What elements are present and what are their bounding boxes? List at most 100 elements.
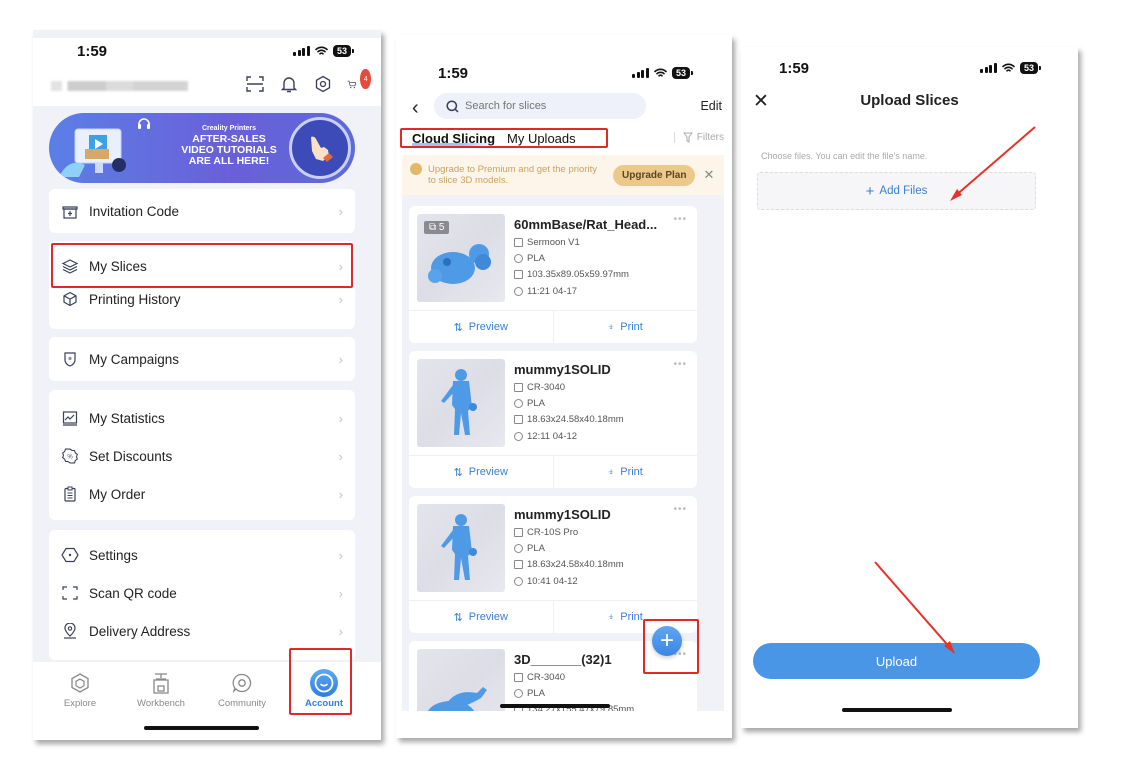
clock-icon: [514, 432, 523, 441]
discount-icon: %: [61, 447, 79, 465]
menu-item-my-order[interactable]: My Order ›: [49, 475, 355, 513]
slice-dimensions: 18.63x24.58x40.18mm: [514, 414, 624, 425]
printer-icon: ⍖: [607, 465, 615, 478]
settings-hexagon-icon: [61, 546, 79, 564]
video-tutorials-banner[interactable]: Creality Printers AFTER-SALES VIDEO TUTO…: [49, 113, 355, 183]
status-bar: 1:59 53: [396, 60, 732, 86]
upload-hint-text: Choose files. You can edit the file's na…: [761, 151, 928, 161]
menu-item-set-discounts[interactable]: % Set Discounts ›: [49, 437, 355, 475]
bell-icon[interactable]: [279, 74, 299, 94]
add-files-button[interactable]: + Add Files: [757, 172, 1036, 210]
svg-text:%: %: [67, 455, 73, 461]
cart-icon[interactable]: 4: [347, 69, 371, 94]
more-options-icon[interactable]: •••: [673, 214, 687, 225]
scan-icon: [61, 584, 79, 602]
explore-icon: [45, 670, 115, 696]
slice-dimensions: 18.63x24.58x40.18mm: [514, 559, 624, 570]
menu-item-delivery-address[interactable]: Delivery Address ›: [49, 612, 355, 650]
menu-item-my-statistics[interactable]: My Statistics ›: [49, 399, 355, 437]
printer-icon: [514, 528, 523, 537]
slice-card[interactable]: mummy1SOLID ••• CR-3040 PLA 18.63x24.58x…: [409, 351, 697, 488]
filter-icon: [682, 132, 693, 143]
slice-card[interactable]: mummy1SOLID ••• CR-10S Pro PLA 18.63x24.…: [409, 496, 697, 633]
scan-icon[interactable]: [245, 74, 265, 94]
banner-subtitle: Creality Printers: [201, 125, 257, 132]
slice-title: 60mmBase/Rat_Head...: [514, 217, 658, 232]
edit-button[interactable]: Edit: [700, 99, 722, 113]
hexagon-settings-icon[interactable]: [313, 74, 333, 94]
print-button[interactable]: ⍖ Print: [554, 311, 698, 343]
search-input[interactable]: [465, 100, 625, 112]
status-bar: 1:59 53: [33, 38, 381, 64]
status-time: 1:59: [438, 64, 469, 82]
preview-button[interactable]: ⇅ Preview: [409, 456, 554, 488]
chevron-right-icon: ›: [338, 585, 343, 601]
battery-icon: 53: [671, 67, 694, 79]
preview-button[interactable]: ⇅ Preview: [409, 601, 554, 633]
menu-item-invitation-code[interactable]: Invitation Code ›: [49, 189, 355, 233]
print-button[interactable]: ⍖ Print: [554, 456, 698, 488]
slice-thumbnail: [417, 359, 505, 447]
slice-thumbnail: ⧉ 5: [417, 214, 505, 302]
tab-explore[interactable]: Explore: [45, 670, 115, 709]
location-pin-icon: [61, 622, 79, 640]
settings-card: Settings › Scan QR code › Delivery Addre…: [49, 530, 355, 660]
ruler-icon: [514, 415, 523, 424]
account-screen: 1:59 53 4 Creality Printers AFTER-SALES …: [33, 30, 381, 740]
search-field[interactable]: [434, 93, 646, 119]
invitation-card: Invitation Code ›: [49, 189, 355, 233]
slice-card[interactable]: ⧉ 5 60mmBase/Rat_Head... ••• Sermoon V1 …: [409, 206, 697, 343]
highlight-box-slice-tabs: [400, 128, 608, 148]
filament-icon: [514, 544, 523, 553]
preview-layers-icon: ⇅: [453, 321, 463, 334]
menu-label: My Campaigns: [89, 351, 180, 367]
more-options-icon[interactable]: •••: [673, 359, 687, 370]
community-icon: [207, 670, 277, 696]
chevron-right-icon: ›: [338, 291, 343, 307]
signal-icon: [293, 46, 310, 56]
signal-icon: [980, 63, 997, 73]
home-indicator: [144, 726, 259, 730]
preview-button[interactable]: ⇅ Preview: [409, 311, 554, 343]
menu-label: My Statistics: [89, 410, 165, 426]
pointing-hand-icon: [289, 117, 351, 179]
menu-item-scan-qr-code[interactable]: Scan QR code ›: [49, 574, 355, 612]
page-title: Upload Slices: [860, 92, 959, 109]
wifi-icon: [315, 46, 328, 55]
filters-button[interactable]: Filters: [673, 132, 724, 143]
menu-label: Delivery Address: [89, 623, 191, 639]
slice-title: 3D_______(32)1: [514, 652, 612, 667]
slice-dimensions: 103.35x89.05x59.97mm: [514, 269, 629, 280]
chevron-right-icon: ›: [338, 351, 343, 367]
slice-time: 11:21 04-17: [514, 286, 577, 297]
slices-nav-bar: ‹ Edit: [396, 92, 732, 122]
clock-icon: [514, 577, 523, 586]
cube-icon: [61, 290, 79, 308]
filament-icon: [514, 689, 523, 698]
close-icon[interactable]: ✕: [703, 167, 714, 183]
tab-label: Community: [217, 698, 267, 709]
back-chevron-icon[interactable]: ‹: [412, 97, 419, 120]
premium-diamond-icon: [410, 163, 422, 175]
plate-count-badge: ⧉ 5: [424, 221, 450, 234]
slice-title: mummy1SOLID: [514, 507, 611, 522]
menu-item-settings[interactable]: Settings ›: [49, 536, 355, 574]
tab-workbench[interactable]: Workbench: [126, 670, 196, 709]
headset-icon: [138, 118, 150, 129]
clipboard-icon: [61, 485, 79, 503]
home-indicator: [500, 704, 610, 708]
campaigns-card: My Campaigns ›: [49, 337, 355, 381]
menu-label: Set Discounts: [89, 448, 173, 464]
bottom-safe-area: [396, 711, 732, 738]
upgrade-plan-button[interactable]: Upgrade Plan: [613, 164, 696, 186]
upload-button[interactable]: Upload: [753, 643, 1040, 679]
add-files-label: Add Files: [879, 185, 928, 197]
preview-layers-icon: ⇅: [453, 466, 463, 479]
battery-icon: 53: [332, 45, 355, 57]
tab-community[interactable]: Community: [207, 670, 277, 709]
menu-item-my-campaigns[interactable]: My Campaigns ›: [49, 337, 355, 381]
menu-item-printing-history[interactable]: Printing History ›: [49, 285, 355, 313]
slice-time: 12:11 04-12: [514, 431, 577, 442]
ruler-icon: [514, 270, 523, 279]
more-options-icon[interactable]: •••: [673, 504, 687, 515]
